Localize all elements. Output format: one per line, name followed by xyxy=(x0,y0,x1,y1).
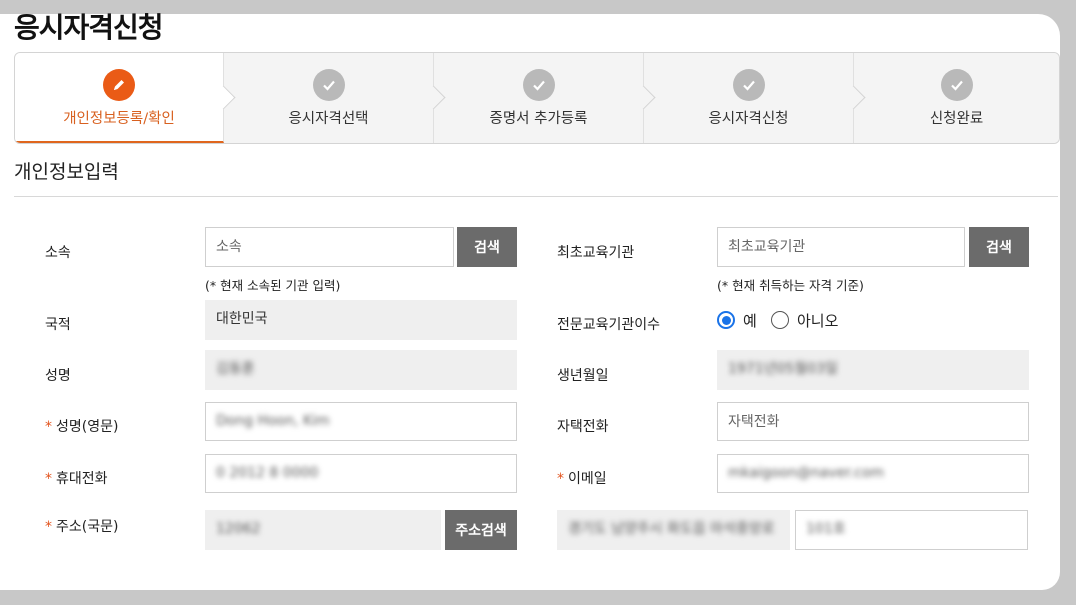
affiliation-hint: (* 현재 소속된 기관 입력) xyxy=(205,278,341,293)
required-mark: * xyxy=(557,471,564,487)
step-label: 개인정보등록/확인 xyxy=(63,111,175,127)
name-en-label: * 성명(영문) xyxy=(45,416,118,436)
step-label: 응시자격신청 xyxy=(708,111,789,127)
radio-no-label: 아니오 xyxy=(797,312,839,330)
affiliation-input[interactable] xyxy=(205,227,454,267)
check-icon xyxy=(522,69,555,101)
first-institution-label: 최초교육기관 xyxy=(557,245,635,261)
first-institution-hint: (* 현재 취득하는 자격 기준) xyxy=(717,278,864,293)
zipcode-field: 12062 xyxy=(205,510,441,550)
road-address-field: 경기도 남양주시 화도읍 마석중앙로 xyxy=(557,510,790,550)
address-search-button[interactable]: 주소검색 xyxy=(445,510,517,550)
section-title: 개인정보입력 xyxy=(14,161,119,183)
home-phone-input[interactable] xyxy=(717,402,1029,441)
step-qualification-select[interactable]: 응시자격선택 xyxy=(224,53,446,143)
progress-stepper: 개인정보등록/확인 응시자격선택 증명서 추가등록 응시자격신청 신청완료 xyxy=(14,52,1060,144)
email-value: mkaigoon@naver.com xyxy=(728,465,885,481)
nationality-label: 국적 xyxy=(45,317,71,333)
pencil-icon xyxy=(103,69,135,101)
check-icon xyxy=(940,69,973,101)
email-label: * 이메일 xyxy=(557,468,607,488)
address-label-text: 주소(국문) xyxy=(56,519,119,535)
name-en-label-text: 성명(영문) xyxy=(56,419,119,435)
completed-institution-label: 전문교육기관이수 xyxy=(557,317,661,333)
zipcode-value: 12062 xyxy=(216,521,261,537)
mobile-input[interactable]: 0 2012 8 0000 xyxy=(205,454,517,493)
road-address-value: 경기도 남양주시 화도읍 마석중앙로 xyxy=(568,521,775,537)
affiliation-search-button[interactable]: 검색 xyxy=(457,227,517,267)
mobile-value: 0 2012 8 0000 xyxy=(216,465,319,481)
required-mark: * xyxy=(45,471,52,487)
birthdate-label: 생년월일 xyxy=(557,368,609,384)
step-certificate-add[interactable]: 증명서 추가등록 xyxy=(434,53,656,143)
name-en-input[interactable]: Dong Hoon, Kim xyxy=(205,402,517,441)
email-input[interactable]: mkaigoon@naver.com xyxy=(717,454,1029,493)
name-value: 김동훈 xyxy=(216,361,255,377)
first-institution-search-button[interactable]: 검색 xyxy=(969,227,1029,267)
birthdate-value: 1971년05월03일 xyxy=(728,361,838,377)
radio-yes[interactable] xyxy=(717,311,735,329)
address-label: * 주소(국문) xyxy=(45,516,118,536)
required-mark: * xyxy=(45,419,52,435)
mobile-label: * 휴대전화 xyxy=(45,468,108,488)
step-label: 응시자격선택 xyxy=(288,111,369,127)
address-detail-value: 101호 xyxy=(806,521,846,537)
check-icon xyxy=(732,69,765,101)
first-institution-input[interactable] xyxy=(717,227,965,267)
home-phone-label: 자택전화 xyxy=(557,419,609,435)
affiliation-label: 소속 xyxy=(45,245,71,261)
page-title: 응시자격신청 xyxy=(14,11,164,44)
step-label: 신청완료 xyxy=(929,111,984,127)
step-personal-info[interactable]: 개인정보등록/확인 xyxy=(15,53,236,143)
address-detail-input[interactable]: 101호 xyxy=(795,510,1028,550)
personal-info-form: 소속 검색 (* 현재 소속된 기관 입력) 최초교육기관 검색 (* 현재 취… xyxy=(14,196,1058,577)
radio-no[interactable] xyxy=(771,311,789,329)
required-mark: * xyxy=(45,519,52,535)
radio-yes-label: 예 xyxy=(743,312,757,330)
step-label: 증명서 추가등록 xyxy=(489,111,588,127)
step-qualification-apply[interactable]: 응시자격신청 xyxy=(644,53,866,143)
mobile-label-text: 휴대전화 xyxy=(56,471,108,487)
birthdate-field: 1971년05월03일 xyxy=(717,350,1029,390)
check-icon xyxy=(312,69,345,101)
name-en-value: Dong Hoon, Kim xyxy=(216,413,330,429)
email-label-text: 이메일 xyxy=(568,471,607,487)
name-field: 김동훈 xyxy=(205,350,517,390)
name-label: 성명 xyxy=(45,368,71,384)
nationality-field: 대한민국 xyxy=(205,300,517,340)
step-complete[interactable]: 신청완료 xyxy=(854,53,1059,143)
